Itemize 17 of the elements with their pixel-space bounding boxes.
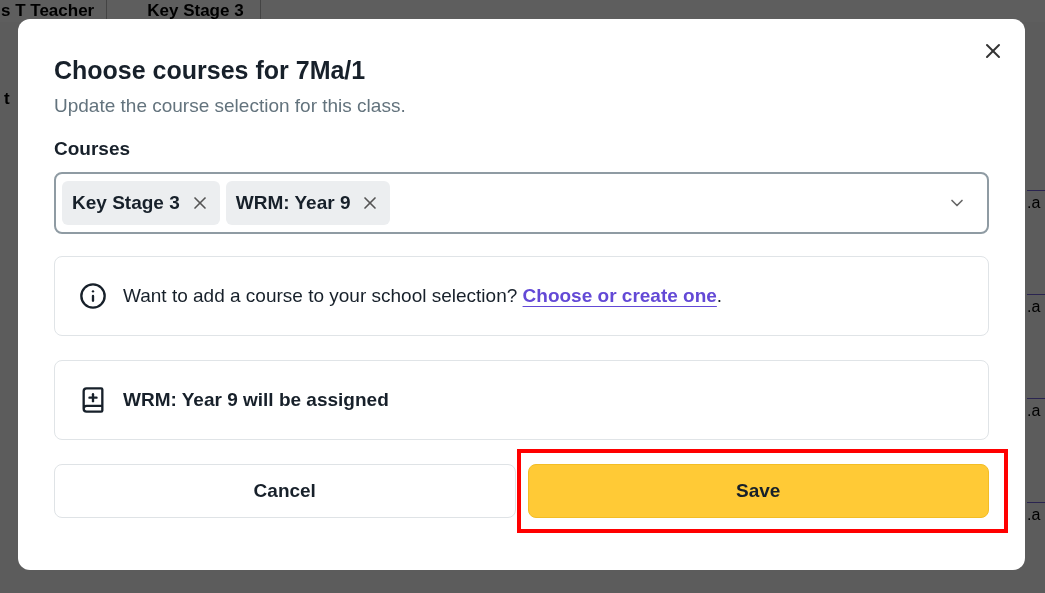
choose-link[interactable]: Choose or create one xyxy=(522,284,717,306)
save-button[interactable]: Save xyxy=(527,464,989,518)
table-cell-text: .a xyxy=(1027,401,1042,421)
notice-text: WRM: Year 9 will be assigned xyxy=(123,387,389,412)
table-cell-text: .a xyxy=(1027,505,1042,525)
chip-label: Key Stage 3 xyxy=(72,190,180,215)
info-text: Want to add a course to your school selection? Choose or create one. xyxy=(123,283,723,308)
chip-label: WRM: Year 9 xyxy=(235,190,351,215)
column-heading: t xyxy=(4,88,11,110)
table-cell-text: .a xyxy=(1027,193,1042,213)
info-icon xyxy=(79,282,107,310)
cancel-button[interactable]: Cancel xyxy=(54,464,516,518)
dialog-subtitle: Update the course selection for this class. xyxy=(54,94,407,118)
dialog-title: Choose courses for 7Ma/1 xyxy=(54,55,367,86)
course-select[interactable]: Key Stage 3 WRM: Year 9 xyxy=(54,172,989,234)
field-label: Courses xyxy=(54,137,132,161)
table-cell-text: .a xyxy=(1027,297,1042,317)
